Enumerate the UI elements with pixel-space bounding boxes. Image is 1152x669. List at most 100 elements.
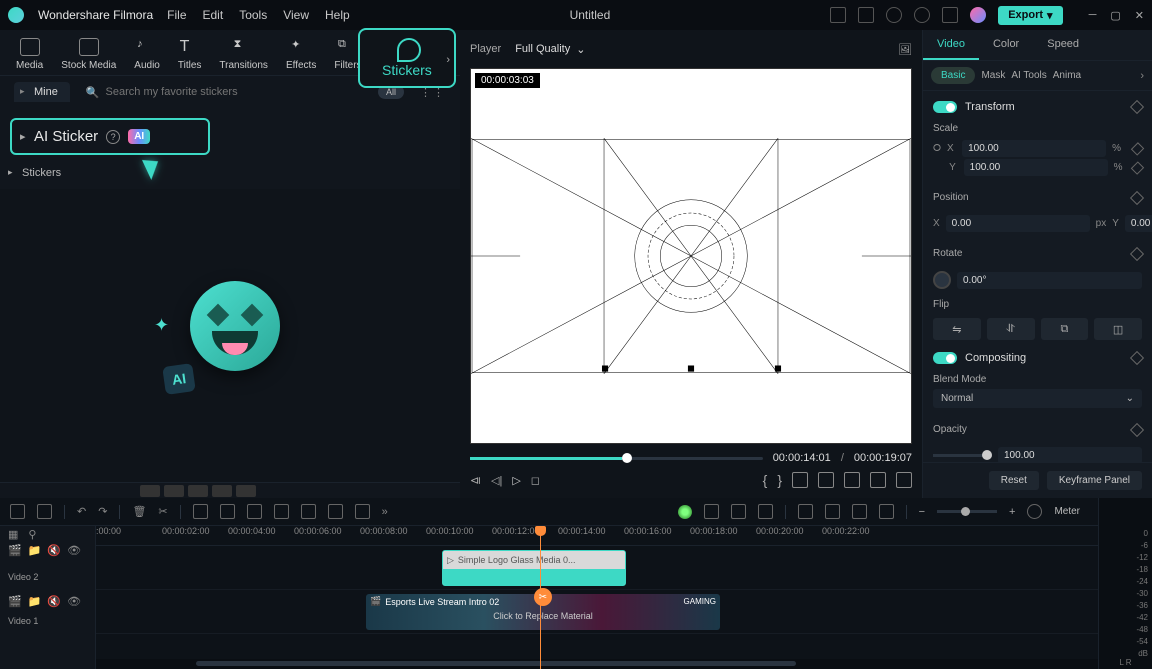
tl-tool-1[interactable] [10,504,25,519]
close-icon[interactable]: ✕ [1135,9,1144,22]
tab-titles[interactable]: TTitles [178,38,202,71]
stop-icon[interactable]: ◻ [531,474,540,487]
tab-stock-media[interactable]: Stock Media [61,38,116,71]
scale-x-input[interactable] [962,140,1106,157]
tab-video[interactable]: Video [923,30,979,60]
flip-copy-button[interactable]: ⧉ [1041,318,1089,340]
pos-x-input[interactable] [946,215,1090,232]
lock-icon[interactable]: ⭘ [933,143,941,154]
export-button[interactable]: Export▾ [998,6,1062,25]
tab-media[interactable]: Media [16,38,43,71]
search-input[interactable] [106,86,362,98]
rotate-knob[interactable] [933,271,951,289]
tab-speed[interactable]: Speed [1033,30,1093,60]
tl-tool-b[interactable] [328,504,343,519]
track-mute-icon[interactable]: 🔇 [47,544,61,557]
cut-icon[interactable]: ✂ [158,505,167,518]
track-eye-icon[interactable]: 👁 [67,544,81,557]
volume-icon[interactable] [870,472,886,488]
zoom-fit-icon[interactable] [1027,504,1042,519]
preview-option-icon-3[interactable] [844,472,860,488]
subtab-anima[interactable]: Anima [1053,70,1081,81]
tl-group-icon[interactable] [879,504,894,519]
tl-tool-2[interactable] [37,504,52,519]
titlebar-icon-1[interactable] [830,7,846,23]
menu-help[interactable]: Help [325,8,350,22]
tab-audio[interactable]: ♪Audio [134,38,160,71]
preview-option-icon-1[interactable] [792,472,808,488]
subtab-ai-tools[interactable]: AI Tools [1011,70,1046,81]
flip-v-button[interactable]: ⥯ [987,318,1035,340]
titlebar-icon-2[interactable] [858,7,874,23]
tl-magnet-icon[interactable] [825,504,840,519]
delete-icon[interactable]: 🗑 [132,505,146,518]
kf-comp-icon[interactable] [1130,351,1144,365]
track1-vid-icon[interactable]: 🎬 [8,595,22,608]
tl-mic-icon[interactable] [758,504,773,519]
pos-y-input[interactable] [1125,215,1152,232]
compositing-toggle[interactable] [933,352,957,364]
kf-scale-x-icon[interactable] [1131,142,1145,156]
opacity-slider[interactable] [933,454,992,457]
cloud-icon[interactable] [886,7,902,23]
track1-mute-icon[interactable]: 🔇 [47,595,61,608]
kf-scale-y-icon[interactable] [1131,161,1144,174]
zoom-in-icon[interactable]: + [1009,506,1015,518]
timeline-ruler[interactable]: :00:00 00:00:02:00 00:00:04:00 00:00:06:… [96,526,1098,546]
menu-edit[interactable]: Edit [203,8,224,22]
account-avatar-icon[interactable] [970,7,986,23]
fullscreen-icon[interactable] [896,472,912,488]
redo-icon[interactable]: ↷ [98,505,107,518]
menu-file[interactable]: File [167,8,186,22]
prev-frame-icon[interactable]: ⧏ [470,474,481,487]
color-icon[interactable] [274,504,289,519]
crop-icon[interactable] [193,504,208,519]
scrub-bar[interactable] [470,457,763,460]
clip-video-2[interactable]: ▷Simple Logo Glass Media 0... [442,550,626,586]
tab-transitions[interactable]: ⧗Transitions [219,38,268,71]
tab-effects[interactable]: ✦Effects [286,38,316,71]
toolbar-more-icon[interactable]: › [446,54,450,66]
mark-out-icon[interactable]: } [777,472,782,488]
kf-opacity-icon[interactable] [1130,422,1144,436]
transform-toggle[interactable] [933,101,957,113]
headphones-icon[interactable] [914,7,930,23]
minimize-icon[interactable]: ─ [1089,9,1097,22]
tab-stickers[interactable]: Stickers [358,28,456,88]
subtab-basic[interactable]: Basic [931,67,975,84]
blend-mode-select[interactable]: Normal⌄ [933,389,1142,408]
kf-rot-icon[interactable] [1130,246,1144,260]
scale-y-input[interactable] [964,159,1108,176]
mine-tab[interactable]: Mine [14,82,70,102]
maximize-icon[interactable]: ▢ [1110,9,1120,22]
rotate-input[interactable] [957,272,1142,289]
split-icon[interactable]: ✂ [534,588,552,606]
help-icon[interactable]: ? [106,130,120,144]
step-back-icon[interactable]: ◁| [491,474,502,487]
zoom-out-icon[interactable]: − [919,506,925,518]
preview-option-icon-2[interactable] [818,472,834,488]
video-preview[interactable]: 00:00:03:03 [470,68,912,444]
tl-link-icon[interactable] [852,504,867,519]
menu-view[interactable]: View [283,8,309,22]
tl-audio-icon[interactable] [731,504,746,519]
mark-in-icon[interactable]: { [763,472,768,488]
tree-stickers[interactable]: Stickers [0,161,460,185]
subtab-mask[interactable]: Mask [981,70,1005,81]
tl-tool-a[interactable] [301,504,316,519]
track-folder-icon[interactable]: 📁 [28,544,42,557]
opacity-input[interactable] [998,447,1142,462]
flip-crop-button[interactable]: ◫ [1094,318,1142,340]
zoom-slider[interactable] [937,510,997,513]
track-vid-icon[interactable]: 🎬 [8,544,22,557]
tab-color[interactable]: Color [979,30,1033,60]
reset-button[interactable]: Reset [989,471,1039,490]
meter-label[interactable]: Meter [1054,506,1080,517]
tree-ai-sticker[interactable]: AI Sticker ? AI [10,118,210,155]
menu-tools[interactable]: Tools [239,8,267,22]
snapshot-icon[interactable]: 🖼 [898,43,912,56]
kf-pos-icon[interactable] [1130,190,1144,204]
record-icon[interactable] [678,505,692,519]
play-icon[interactable]: ▷ [512,474,520,487]
tl-marker-icon[interactable] [704,504,719,519]
